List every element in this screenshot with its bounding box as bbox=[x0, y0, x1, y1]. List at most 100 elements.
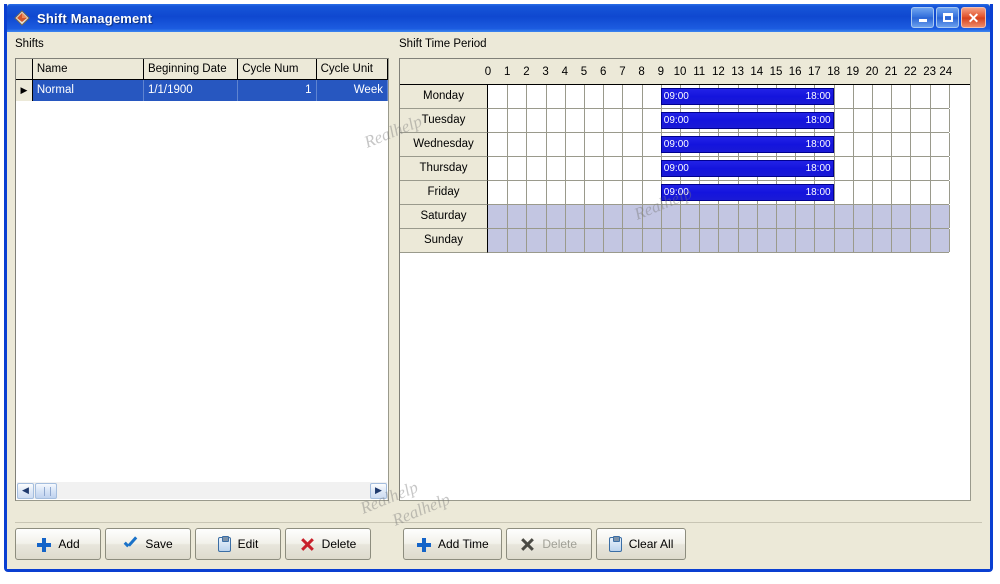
cell-name[interactable]: Normal bbox=[33, 80, 144, 101]
hour-gridline bbox=[545, 181, 547, 204]
shift-time-period-grid[interactable]: 0 1 2 3 4 5 6 7 8 9 10 11 12 13 14 15 16 17 18 19 20 21 22 23 24… bbox=[399, 58, 971, 501]
hour-tick-24: 24 bbox=[939, 66, 953, 78]
maximize-button[interactable] bbox=[936, 7, 959, 28]
time-delete-button: Delete bbox=[505, 528, 592, 560]
day-row-tuesday[interactable]: Tuesday 09:00 18:00 bbox=[400, 109, 950, 133]
screenshot-root: Shift Management ✕ Shifts Name Beginning… bbox=[0, 0, 1000, 584]
day-row-saturday[interactable]: Saturday bbox=[400, 205, 950, 229]
day-row-monday[interactable]: Monday 09:00 18:00 bbox=[400, 85, 950, 109]
hour-gridline bbox=[910, 181, 912, 204]
day-track-friday[interactable]: 09:00 18:00 bbox=[488, 181, 950, 205]
window-controls: ✕ bbox=[911, 7, 986, 28]
cell-beginning-date[interactable]: 1/1/1900 bbox=[144, 80, 239, 101]
day-label-friday: Friday bbox=[400, 181, 488, 205]
row-selector-header bbox=[16, 59, 33, 79]
hour-gridline bbox=[603, 133, 605, 156]
time-period-bar[interactable]: 09:00 18:00 bbox=[660, 88, 834, 105]
hour-tick-8: 8 bbox=[638, 66, 645, 78]
day-track-sunday[interactable] bbox=[488, 229, 950, 253]
hour-gridline bbox=[852, 229, 854, 252]
hour-gridline bbox=[795, 205, 797, 228]
hour-gridline bbox=[507, 133, 509, 156]
table-row[interactable]: ▶ Normal 1/1/1900 1 Week bbox=[16, 80, 388, 101]
hour-gridline bbox=[526, 229, 528, 252]
hour-gridline bbox=[814, 229, 816, 252]
time-add-time-button[interactable]: Add Time bbox=[403, 528, 502, 560]
day-row-friday[interactable]: Friday 09:00 18:00 bbox=[400, 181, 950, 205]
hour-gridline bbox=[507, 85, 509, 108]
time-period-bar[interactable]: 09:00 18:00 bbox=[660, 160, 834, 177]
hour-gridline bbox=[910, 109, 912, 132]
hour-gridline bbox=[507, 229, 509, 252]
column-header-beginning-date[interactable]: Beginning Date bbox=[143, 59, 239, 79]
shifts-add-button[interactable]: Add bbox=[15, 528, 101, 560]
row-selector-cell[interactable]: ▶ bbox=[16, 80, 33, 101]
day-label-monday: Monday bbox=[400, 85, 488, 109]
hour-gridline bbox=[584, 85, 585, 108]
shifts-delete-button[interactable]: Delete bbox=[285, 528, 371, 560]
hour-gridline bbox=[891, 205, 893, 228]
shifts-save-button[interactable]: Save bbox=[105, 528, 191, 560]
day-row-sunday[interactable]: Sunday bbox=[400, 229, 950, 253]
hour-gridline bbox=[507, 205, 509, 228]
hour-gridline bbox=[584, 157, 585, 180]
shifts-horizontal-scrollbar[interactable]: ◀ ▶ bbox=[17, 482, 387, 499]
hour-gridline bbox=[776, 205, 777, 228]
hour-gridline bbox=[948, 133, 950, 156]
button-label: Add Time bbox=[438, 537, 489, 551]
hour-gridline bbox=[564, 157, 566, 180]
hour-tick-19: 19 bbox=[846, 66, 860, 78]
day-track-monday[interactable]: 09:00 18:00 bbox=[488, 85, 950, 109]
clipboard-icon bbox=[217, 535, 231, 552]
hour-gridline bbox=[910, 229, 912, 252]
cell-cycle-unit[interactable]: Week bbox=[317, 80, 388, 101]
day-track-wednesday[interactable]: 09:00 18:00 bbox=[488, 133, 950, 157]
hour-gridline bbox=[852, 133, 854, 156]
scrollbar-thumb[interactable] bbox=[35, 482, 57, 499]
scroll-right-arrow-icon[interactable]: ▶ bbox=[370, 482, 387, 499]
hour-gridline bbox=[929, 229, 931, 252]
shifts-header-row: Name Beginning Date Cycle Num Cycle Unit bbox=[16, 59, 388, 80]
hour-gridline bbox=[948, 205, 950, 228]
day-track-tuesday[interactable]: 09:00 18:00 bbox=[488, 109, 950, 133]
shifts-datagrid[interactable]: Name Beginning Date Cycle Num Cycle Unit… bbox=[15, 58, 389, 501]
x-icon bbox=[520, 537, 535, 552]
column-header-cycle-unit[interactable]: Cycle Unit bbox=[316, 59, 388, 79]
hour-tick-2: 2 bbox=[523, 66, 530, 78]
hour-gridline bbox=[910, 205, 912, 228]
column-header-cycle-num[interactable]: Cycle Num bbox=[238, 59, 317, 79]
hour-gridline bbox=[526, 109, 528, 132]
hour-gridline bbox=[833, 157, 835, 180]
hour-gridline bbox=[929, 157, 931, 180]
hour-gridline bbox=[526, 181, 528, 204]
hour-gridline bbox=[545, 157, 547, 180]
hour-gridline bbox=[948, 157, 950, 180]
minimize-button[interactable] bbox=[911, 7, 934, 28]
scrollbar-track[interactable] bbox=[57, 483, 370, 499]
hour-tick-16: 16 bbox=[788, 66, 802, 78]
shift-management-window: Shift Management ✕ Shifts Name Beginning… bbox=[4, 4, 993, 572]
hour-gridline bbox=[526, 85, 528, 108]
hour-gridline bbox=[603, 85, 605, 108]
cell-cycle-num[interactable]: 1 bbox=[238, 80, 317, 101]
hour-gridline bbox=[641, 85, 643, 108]
plus-icon bbox=[416, 537, 431, 552]
scroll-left-arrow-icon[interactable]: ◀ bbox=[17, 482, 34, 499]
close-button[interactable]: ✕ bbox=[961, 7, 986, 28]
hour-gridline bbox=[507, 157, 509, 180]
time-period-bar[interactable]: 09:00 18:00 bbox=[660, 184, 834, 201]
day-row-wednesday[interactable]: Wednesday 09:00 18:00 bbox=[400, 133, 950, 157]
time-period-bar[interactable]: 09:00 18:00 bbox=[660, 112, 834, 129]
time-period-bar[interactable]: 09:00 18:00 bbox=[660, 136, 834, 153]
time-clear-all-button[interactable]: Clear All bbox=[595, 528, 687, 560]
hour-gridline bbox=[872, 133, 873, 156]
day-track-thursday[interactable]: 09:00 18:00 bbox=[488, 157, 950, 181]
hour-gridline bbox=[910, 157, 912, 180]
shifts-edit-button[interactable]: Edit bbox=[195, 528, 281, 560]
day-row-thursday[interactable]: Thursday 09:00 18:00 bbox=[400, 157, 950, 181]
hour-gridline bbox=[564, 133, 566, 156]
hour-gridline bbox=[660, 229, 662, 252]
day-track-saturday[interactable] bbox=[488, 205, 950, 229]
column-header-name[interactable]: Name bbox=[32, 59, 144, 79]
hour-gridline bbox=[564, 181, 566, 204]
